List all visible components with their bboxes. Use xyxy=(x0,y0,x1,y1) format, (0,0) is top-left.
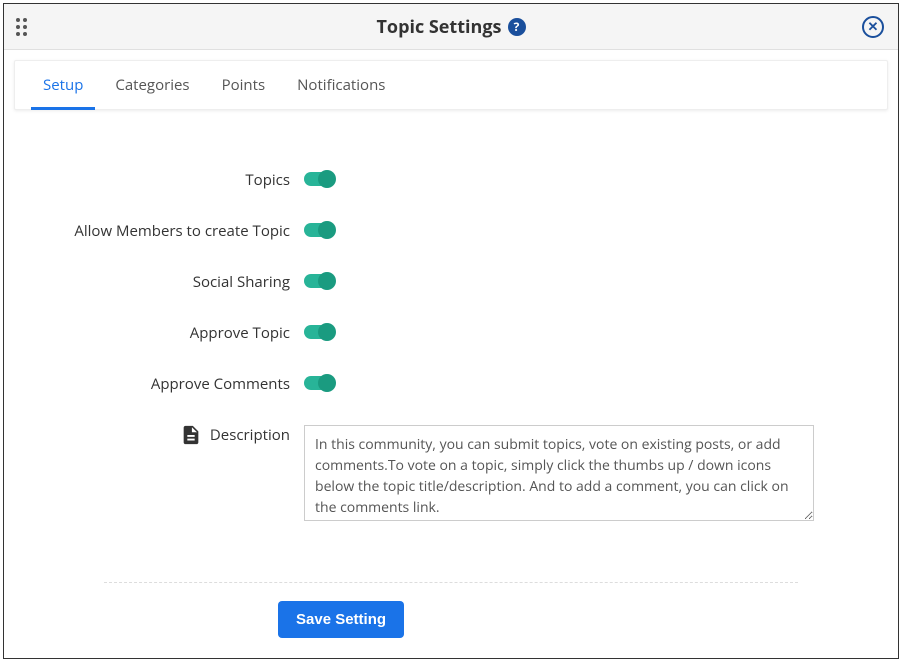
tabs-container: Setup Categories Points Notifications xyxy=(4,50,898,110)
row-topics: Topics xyxy=(44,170,858,191)
tab-points[interactable]: Points xyxy=(210,61,278,110)
toggle-social-sharing[interactable] xyxy=(304,274,334,288)
row-description: Description xyxy=(44,425,858,526)
tabs: Setup Categories Points Notifications xyxy=(14,60,888,110)
save-button[interactable]: Save Setting xyxy=(278,601,404,638)
close-icon: ✕ xyxy=(868,20,879,33)
label-approve-topic: Approve Topic xyxy=(44,323,304,343)
settings-body: Topics Allow Members to create Topic Soc… xyxy=(4,110,898,576)
description-textarea[interactable] xyxy=(304,425,814,521)
modal-title: Topic Settings ? xyxy=(377,15,526,39)
help-icon[interactable]: ? xyxy=(508,18,526,36)
actions-bar: Save Setting xyxy=(4,601,898,658)
toggle-approve-comments[interactable] xyxy=(304,376,334,390)
tab-notifications[interactable]: Notifications xyxy=(285,61,397,110)
row-social-sharing: Social Sharing xyxy=(44,272,858,293)
modal-title-text: Topic Settings xyxy=(377,15,502,39)
row-approve-topic: Approve Topic xyxy=(44,323,858,344)
label-approve-comments: Approve Comments xyxy=(44,374,304,394)
label-description-text: Description xyxy=(210,425,290,445)
tab-categories[interactable]: Categories xyxy=(103,61,201,110)
toggle-allow-create[interactable] xyxy=(304,223,334,237)
topic-settings-modal: Topic Settings ? ✕ Setup Categories Poin… xyxy=(3,3,899,659)
close-button[interactable]: ✕ xyxy=(862,16,884,38)
tab-setup[interactable]: Setup xyxy=(31,61,95,110)
row-allow-create: Allow Members to create Topic xyxy=(44,221,858,242)
label-topics: Topics xyxy=(44,170,304,190)
drag-handle-icon[interactable] xyxy=(16,18,27,36)
divider xyxy=(104,582,798,583)
label-allow-create: Allow Members to create Topic xyxy=(44,221,304,241)
label-description: Description xyxy=(44,425,304,447)
label-social-sharing: Social Sharing xyxy=(44,272,304,292)
row-approve-comments: Approve Comments xyxy=(44,374,858,395)
toggle-topics[interactable] xyxy=(304,172,334,186)
modal-header: Topic Settings ? ✕ xyxy=(4,4,898,50)
document-icon xyxy=(180,423,202,447)
toggle-approve-topic[interactable] xyxy=(304,325,334,339)
